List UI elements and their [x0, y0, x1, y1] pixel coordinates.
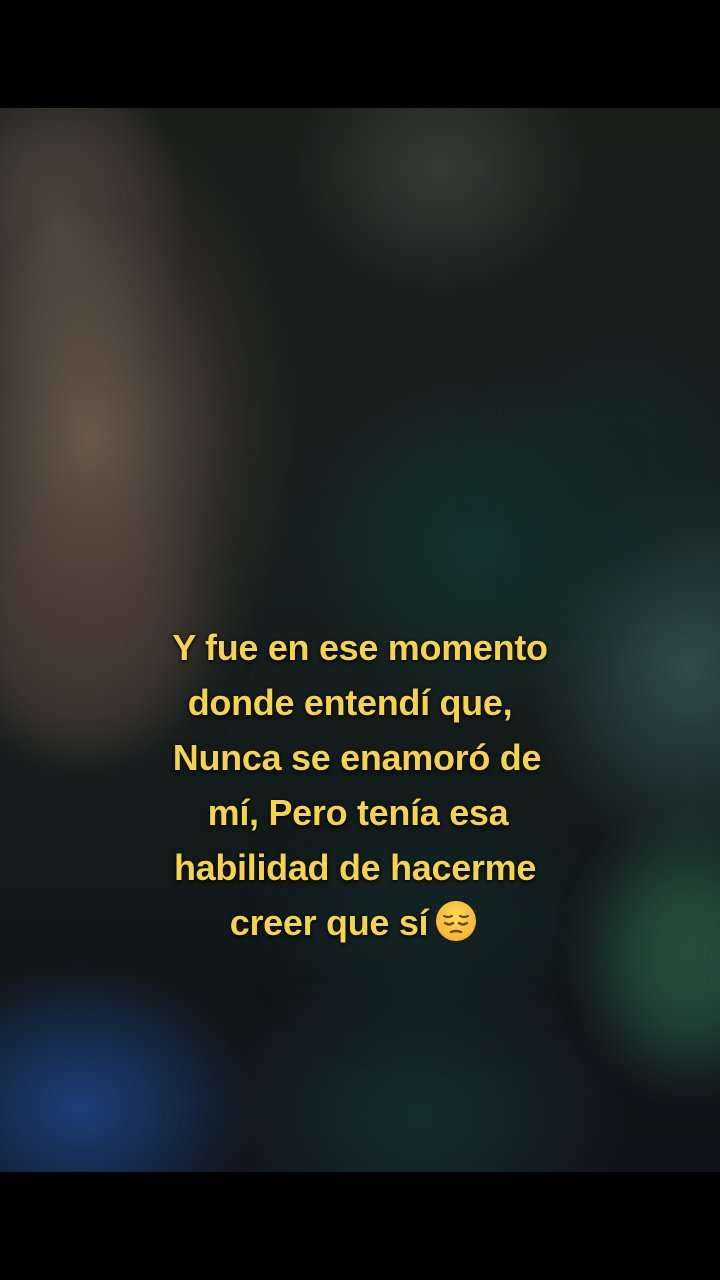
- caption-line: donde entendí que,: [187, 682, 513, 723]
- caption-line-last: creer que sí: [94, 895, 614, 950]
- caption-line: Nunca se enamoró de: [172, 737, 542, 778]
- letterbox-bottom: [0, 1172, 720, 1280]
- background-blur-blob: [520, 358, 720, 578]
- pensive-face-icon: [436, 901, 477, 941]
- video-screen: Y fue en ese momento donde entendí que, …: [0, 0, 720, 1280]
- letterbox-top: [0, 0, 720, 108]
- caption-line: habilidad de hacerme: [173, 847, 537, 888]
- caption-line: Y fue en ese momento: [172, 627, 548, 668]
- caption-line-text: creer que sí: [229, 902, 429, 943]
- background-blur-blob: [620, 868, 720, 1048]
- caption-text: Y fue en ese momento donde entendí que, …: [100, 620, 620, 950]
- caption-line: mí, Pero tenía esa: [207, 792, 509, 833]
